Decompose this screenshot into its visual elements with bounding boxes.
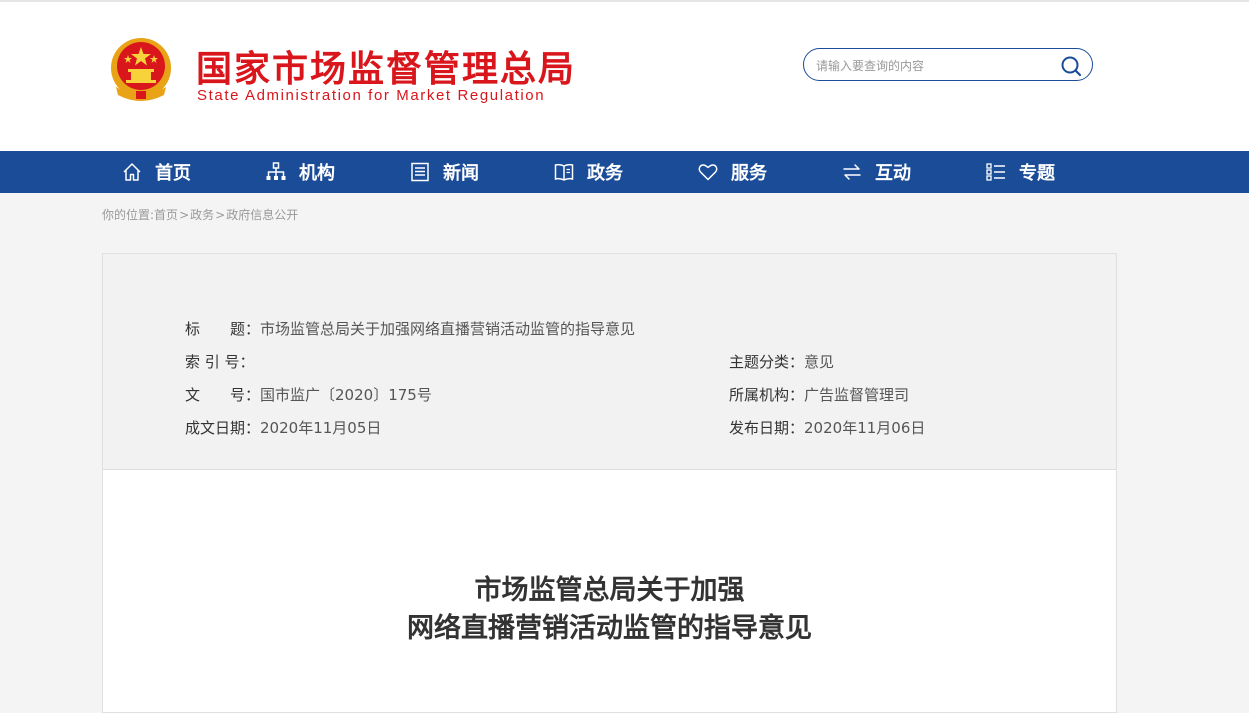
meta-category-label: 主题分类： [729,353,805,371]
nav-label-interaction: 互动 [875,163,911,184]
document-meta-panel: 标 题：市场监管总局关于加强网络直播营销活动监管的指导意见 索 引 号： 主题分… [103,254,1116,470]
meta-org-row: 所属机构：广告监督管理司 [729,384,909,405]
nav-label-news: 新闻 [443,163,479,184]
site-title-cn[interactable]: 国家市场监督管理总局 [196,40,576,92]
nav-item-interaction[interactable]: 互动 [841,151,911,193]
org-chart-icon [266,162,286,180]
main-nav: 首页 机构 新闻 政务 服务 互动 专题 [0,151,1249,193]
meta-title-value: 市场监管总局关于加强网络直播营销活动监管的指导意见 [260,320,636,338]
news-icon [411,162,429,182]
site-header: 国家市场监督管理总局 State Administration for Mark… [0,2,1249,151]
meta-created-value: 2020年11月05日 [260,419,382,437]
nav-item-topics[interactable]: 专题 [985,151,1055,193]
search-icon[interactable] [1060,55,1082,77]
meta-title-row: 标 题：市场监管总局关于加强网络直播营销活动监管的指导意见 [185,318,635,339]
meta-published-label: 发布日期： [729,419,805,437]
search-input[interactable] [814,56,1058,76]
document-title-line1: 市场监管总局关于加强 [474,575,745,606]
nav-label-affairs: 政务 [587,163,623,184]
search-box [803,48,1093,81]
meta-index-row: 索 引 号： [185,351,255,372]
home-icon [123,163,141,181]
nav-item-org[interactable]: 机构 [265,151,335,193]
nav-label-home: 首页 [155,163,191,184]
nav-item-news[interactable]: 新闻 [409,151,479,193]
document-title: 市场监管总局关于加强 网络直播营销活动监管的指导意见 [103,572,1116,648]
meta-category-value: 意见 [804,353,835,371]
meta-docno-label: 文 号： [185,386,261,404]
heart-icon [698,164,718,181]
nav-label-service: 服务 [731,163,767,184]
breadcrumb-affairs[interactable]: 政务 [190,208,214,222]
meta-created-label: 成文日期： [185,419,261,437]
breadcrumb-home[interactable]: 首页 [154,208,178,222]
breadcrumb-prefix: 你的位置: [102,208,155,222]
site-title-en[interactable]: State Administration for Market Regulati… [197,87,545,104]
meta-created-row: 成文日期：2020年11月05日 [185,417,381,438]
breadcrumb: 你的位置:首页>政务>政府信息公开 [102,206,298,223]
nav-item-home[interactable]: 首页 [121,151,191,193]
breadcrumb-separator: > [215,208,226,222]
meta-published-value: 2020年11月06日 [804,419,926,437]
document-title-line2: 网络直播营销活动监管的指导意见 [407,613,812,644]
meta-org-label: 所属机构： [729,386,805,404]
breadcrumb-separator: > [179,208,190,222]
meta-published-row: 发布日期：2020年11月06日 [729,417,925,438]
national-emblem-icon[interactable] [106,35,176,105]
document-card: 标 题：市场监管总局关于加强网络直播营销活动监管的指导意见 索 引 号： 主题分… [102,253,1117,713]
meta-title-label: 标 题： [185,320,261,338]
meta-category-row: 主题分类：意见 [729,351,834,372]
list-icon [986,163,1005,181]
nav-item-service[interactable]: 服务 [697,151,767,193]
swap-icon [843,164,861,180]
nav-item-affairs[interactable]: 政务 [553,151,623,193]
meta-org-value: 广告监督管理司 [804,386,910,404]
meta-docno-value: 国市监广〔2020〕175号 [260,386,432,404]
nav-label-org: 机构 [299,163,335,184]
nav-label-topics: 专题 [1019,163,1055,184]
book-icon [554,163,574,181]
breadcrumb-info-disclosure[interactable]: 政府信息公开 [226,208,298,222]
meta-index-label: 索 引 号： [185,353,255,371]
meta-docno-row: 文 号：国市监广〔2020〕175号 [185,384,432,405]
